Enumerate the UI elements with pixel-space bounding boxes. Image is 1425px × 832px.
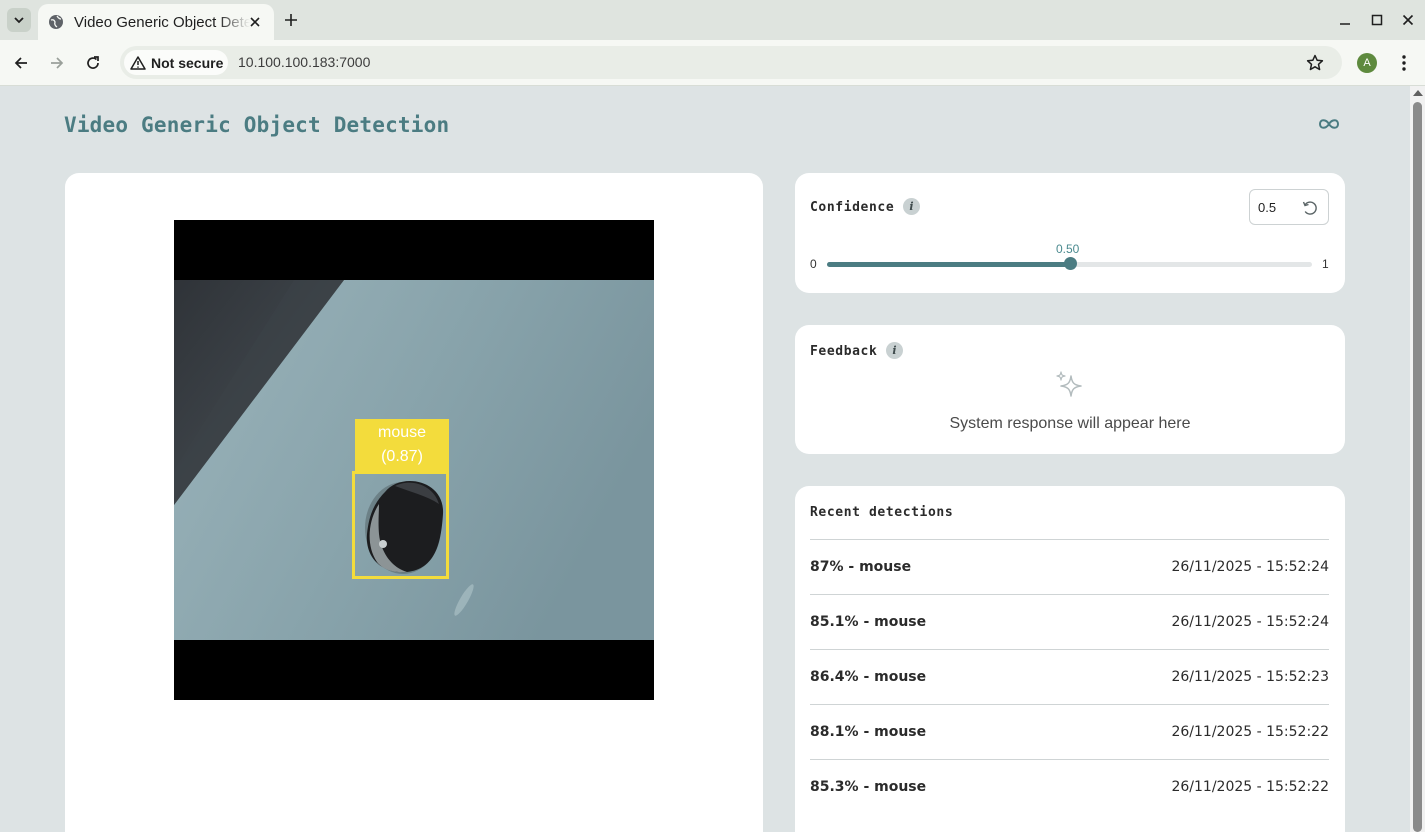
list-item: 85.1% - mouse 26/11/2025 - 15:52:24	[810, 594, 1329, 649]
browser-tab-bar: Video Generic Object Detection	[0, 0, 1425, 40]
globe-icon	[48, 14, 64, 30]
detection-entry-label: 86.4% - mouse	[810, 669, 927, 685]
confidence-slider-thumb[interactable]	[1064, 257, 1077, 270]
slider-min-label: 0	[810, 257, 817, 271]
confidence-input[interactable]: 0.5	[1249, 189, 1329, 225]
list-item: 88.1% - mouse 26/11/2025 - 15:52:22	[810, 704, 1329, 759]
tab-title: Video Generic Object Detection	[74, 13, 250, 31]
reset-icon[interactable]	[1300, 198, 1320, 218]
scrollbar-thumb[interactable]	[1413, 102, 1422, 832]
detection-score: (0.87)	[381, 448, 423, 465]
page-scrollbar[interactable]	[1410, 86, 1425, 832]
recent-detections-card: Recent detections 87% - mouse 26/11/2025…	[795, 486, 1345, 832]
scroll-up-arrow-icon[interactable]	[1413, 90, 1423, 96]
detection-entry-label: 85.3% - mouse	[810, 779, 927, 795]
detection-entry-time: 26/11/2025 - 15:52:23	[1171, 669, 1329, 685]
infinity-logo-icon[interactable]	[1318, 116, 1340, 132]
detection-entry-time: 26/11/2025 - 15:52:24	[1171, 559, 1329, 575]
warning-icon	[130, 55, 146, 70]
sparkle-icon	[1056, 371, 1082, 397]
confidence-heading: Confidence	[810, 200, 895, 215]
list-item: 86.4% - mouse 26/11/2025 - 15:52:23	[810, 649, 1329, 704]
detection-entry-label: 85.1% - mouse	[810, 614, 927, 630]
confidence-info-icon[interactable]: i	[903, 198, 920, 215]
page-title: Video Generic Object Detection	[64, 113, 450, 137]
confidence-card: Confidence i 0.5 0 0.50 1	[795, 173, 1345, 293]
confidence-slider-fill	[827, 262, 1070, 267]
security-chip-label: Not secure	[151, 54, 224, 71]
video-card: mouse (0.87)	[65, 173, 763, 832]
browser-tab-active[interactable]: Video Generic Object Detection	[38, 4, 274, 40]
security-chip[interactable]: Not secure	[124, 50, 228, 75]
detection-entry-time: 26/11/2025 - 15:52:22	[1171, 779, 1329, 795]
camera-scene: mouse (0.87)	[174, 280, 654, 640]
list-item: 85.3% - mouse 26/11/2025 - 15:52:22	[810, 759, 1329, 814]
chevron-down-icon	[14, 17, 24, 24]
detection-entry-time: 26/11/2025 - 15:52:22	[1171, 724, 1329, 740]
browser-toolbar: Not secure 10.100.100.183:7000 A	[0, 40, 1425, 86]
address-bar[interactable]: Not secure 10.100.100.183:7000	[120, 46, 1342, 79]
feedback-info-icon[interactable]: i	[886, 342, 903, 359]
back-arrow-icon[interactable]	[10, 52, 32, 74]
detection-entry-label: 87% - mouse	[810, 559, 912, 575]
detection-bounding-box	[352, 471, 449, 579]
detection-entry-time: 26/11/2025 - 15:52:24	[1171, 614, 1329, 630]
page-content: Video Generic Object Detection mouse (0.…	[0, 86, 1410, 832]
new-tab-plus-icon[interactable]	[281, 10, 301, 30]
confidence-input-value[interactable]: 0.5	[1258, 200, 1276, 215]
url-text[interactable]: 10.100.100.183:7000	[238, 54, 370, 70]
recent-detections-list: 87% - mouse 26/11/2025 - 15:52:24 85.1% …	[810, 539, 1329, 814]
slider-value-label: 0.50	[1056, 242, 1080, 256]
video-feed: mouse (0.87)	[174, 220, 654, 700]
feedback-card: Feedback i System response will appear h…	[795, 325, 1345, 454]
maximize-icon[interactable]	[1367, 10, 1387, 30]
browser-menu-icon[interactable]	[1394, 52, 1414, 74]
detection-entry-label: 88.1% - mouse	[810, 724, 927, 740]
minimize-icon[interactable]	[1335, 10, 1355, 30]
list-item: 87% - mouse 26/11/2025 - 15:52:24	[810, 539, 1329, 594]
tab-search-button[interactable]	[7, 8, 31, 32]
bookmark-star-icon[interactable]	[1304, 52, 1326, 74]
feedback-heading: Feedback	[810, 344, 878, 359]
detection-class: mouse	[377, 424, 427, 441]
forward-arrow-icon[interactable]	[46, 52, 68, 74]
reload-icon[interactable]	[82, 52, 104, 74]
profile-avatar[interactable]: A	[1357, 53, 1377, 73]
close-window-icon[interactable]	[1398, 10, 1418, 30]
tab-close-icon[interactable]	[246, 13, 264, 31]
feedback-placeholder: System response will appear here	[949, 415, 1191, 432]
slider-max-label: 1	[1322, 257, 1329, 271]
detection-box-label: mouse (0.87)	[355, 419, 449, 471]
recent-detections-heading: Recent detections	[810, 505, 954, 520]
